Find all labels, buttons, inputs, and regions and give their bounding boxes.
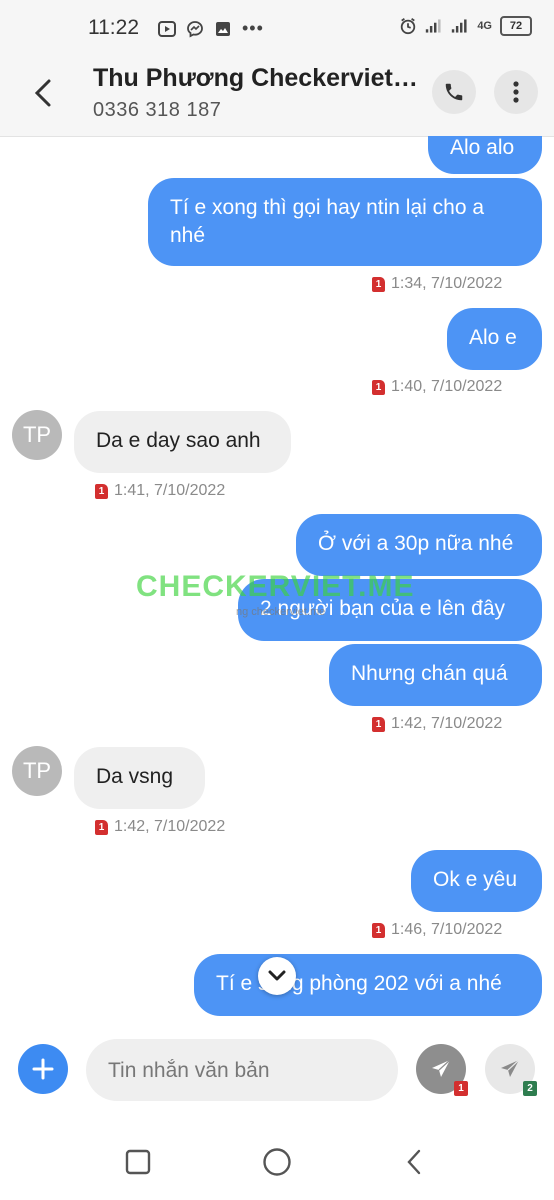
messenger-icon (186, 20, 204, 38)
chevron-down-icon (268, 970, 286, 981)
message-bubble-sent[interactable]: Alo e (447, 308, 542, 370)
message-bubble-sent[interactable]: Tí e sang phòng 202 với a nhé (194, 954, 542, 1016)
sim1-icon: 1 (95, 483, 108, 499)
status-system-icons: 4G 72 (399, 16, 532, 36)
more-notifications-icon: ••• (242, 18, 264, 38)
add-attachment-button[interactable] (18, 1044, 68, 1094)
sim1-icon: 1 (95, 819, 108, 835)
message-bubble-sent[interactable]: Ở với a 30p nữa nhé (296, 514, 542, 576)
message-bubble-received[interactable]: Da vsng (74, 747, 205, 809)
system-navigation-bar (0, 1120, 554, 1200)
conversation-header: Thu Phương Checkerviet… 0336 318 187 (0, 56, 554, 137)
plus-icon (32, 1058, 54, 1080)
send-sim2-button[interactable]: 2 (485, 1044, 537, 1096)
sim1-icon: 1 (372, 922, 385, 938)
send-sim1-button[interactable]: 1 (416, 1044, 468, 1096)
status-bar: 11:22 ••• 4G 72 (0, 0, 554, 56)
status-notification-icons: ••• (158, 18, 264, 39)
message-bubble-sent[interactable]: Nhưng chán quá (329, 644, 542, 706)
battery-icon: 72 (500, 16, 532, 36)
avatar[interactable]: TP (12, 746, 62, 796)
back-arrow-icon (34, 79, 51, 107)
message-timestamp: 1 1:46, 7/10/2022 (372, 921, 502, 939)
signal-icon (425, 17, 443, 35)
avatar[interactable]: TP (12, 410, 62, 460)
home-button[interactable] (259, 1144, 295, 1180)
send-icon (432, 1059, 451, 1077)
back-triangle-icon (407, 1149, 421, 1175)
youtube-icon (158, 20, 176, 38)
message-timestamp: 1 1:42, 7/10/2022 (95, 818, 225, 836)
message-bubble-sent[interactable]: Tí e xong thì gọi hay ntin lại cho a nhé (148, 178, 542, 266)
message-timestamp: 1 1:34, 7/10/2022 (372, 275, 502, 293)
message-input-container[interactable] (86, 1039, 398, 1103)
sim1-icon: 1 (372, 716, 385, 732)
scroll-to-bottom-button[interactable] (258, 957, 296, 995)
contact-phone: 0336 318 187 (93, 99, 222, 121)
gallery-icon (214, 20, 232, 38)
watermark-subtext: ng checkerviet.me (236, 606, 326, 618)
back-button[interactable] (26, 74, 60, 112)
message-timestamp: 1 1:41, 7/10/2022 (95, 482, 225, 500)
signal-icon-sim2 (451, 17, 469, 35)
send-icon (501, 1059, 520, 1077)
sim1-badge: 1 (454, 1081, 468, 1096)
phone-icon (445, 83, 463, 101)
sim1-icon: 1 (372, 276, 385, 292)
more-options-button[interactable] (494, 70, 538, 114)
network-type-label: 4G (477, 20, 492, 32)
message-input[interactable] (106, 1039, 390, 1103)
alarm-icon (399, 17, 417, 35)
message-timestamp: 1 1:40, 7/10/2022 (372, 378, 502, 396)
recent-apps-button[interactable] (120, 1144, 156, 1180)
sim2-badge: 2 (523, 1081, 537, 1096)
watermark: CHECKERVIET.ME (136, 570, 415, 603)
status-time: 11:22 (88, 16, 139, 39)
contact-name[interactable]: Thu Phương Checkerviet… (93, 64, 423, 93)
call-button[interactable] (432, 70, 476, 114)
circle-icon (263, 1148, 291, 1176)
message-bubble-sent[interactable]: Ok e yêu (411, 850, 542, 912)
sim1-icon: 1 (372, 379, 385, 395)
more-vert-icon (513, 81, 519, 103)
back-nav-button[interactable] (396, 1144, 432, 1180)
square-icon (125, 1149, 151, 1175)
message-composer: 1 2 (0, 1036, 554, 1108)
message-bubble-received[interactable]: Da e day sao anh (74, 411, 291, 473)
message-bubble-sent[interactable]: Alo alo (428, 136, 542, 174)
message-timestamp: 1 1:42, 7/10/2022 (372, 715, 502, 733)
